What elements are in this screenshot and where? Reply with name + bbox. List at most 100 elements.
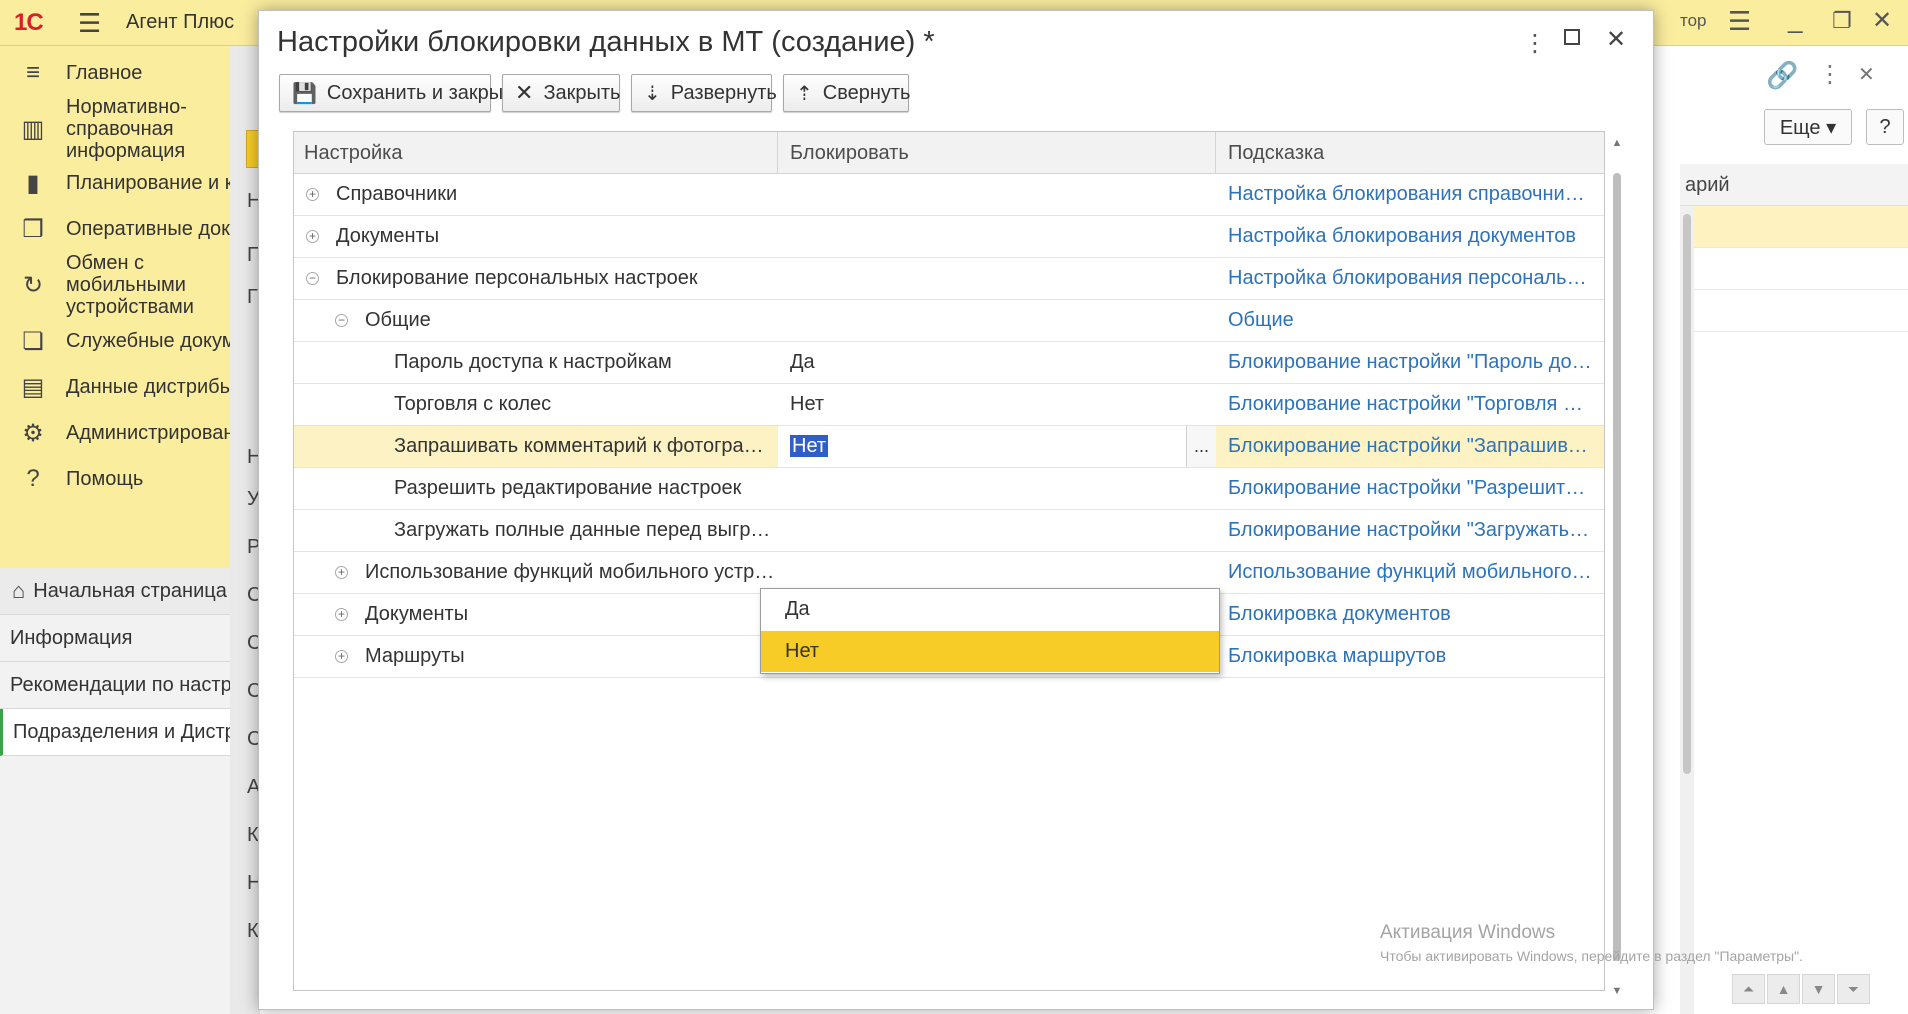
hint-link[interactable]: Настройка блокирования документов <box>1216 216 1604 257</box>
sidebar-item-distributors[interactable]: ▤ Данные дистрибьюторов <box>0 364 230 410</box>
filter-icon[interactable]: ☰ <box>1728 6 1751 37</box>
setting-name: Пароль доступа к настройкам <box>394 351 672 373</box>
hint-link[interactable]: Блокирование настройки "Разрешить редакт… <box>1216 468 1604 509</box>
select-button[interactable]: ... <box>1186 426 1216 467</box>
save-and-close-button[interactable]: 💾 Сохранить и закрыть <box>279 74 523 112</box>
block-value[interactable] <box>778 174 1216 215</box>
block-value-input[interactable]: Нет <box>790 435 829 457</box>
watermark-title: Активация Windows <box>1380 922 1556 943</box>
open-tab-divisions[interactable]: Подразделения и Дистрибьюторы <box>0 709 230 756</box>
sidebar-item-service[interactable]: ❏ Служебные документы <box>0 318 230 364</box>
scroll-up-icon[interactable]: ▲ <box>1611 137 1623 149</box>
more-vertical-icon[interactable]: ⋮ <box>1523 29 1547 58</box>
sidebar-item-admin[interactable]: ⚙ Администрирование <box>0 410 230 456</box>
last-page-icon[interactable]: ⏷ <box>1837 974 1870 1004</box>
block-value[interactable]: Нет <box>778 384 1216 425</box>
close-button[interactable]: ✕ Закрыть <box>502 74 620 112</box>
table-row[interactable] <box>1680 206 1908 248</box>
dropdown-option-yes[interactable]: Да <box>761 589 1219 630</box>
sidebar-item-planning[interactable]: ▮ Планирование и контроль <box>0 160 230 206</box>
close-icon[interactable]: ✕ <box>1858 62 1875 87</box>
user-name-fragment: тор <box>1680 11 1707 30</box>
table-row[interactable] <box>1680 290 1908 332</box>
minimize-icon[interactable]: _ <box>1788 4 1802 35</box>
collapse-button[interactable]: ⇡ Свернуть <box>783 74 911 112</box>
hint-link[interactable]: Использование функций мобильного устройс… <box>1216 552 1604 593</box>
block-value[interactable] <box>778 552 1216 593</box>
block-value[interactable] <box>778 216 1216 257</box>
collapse-label: Свернуть <box>822 81 911 104</box>
block-value[interactable] <box>778 510 1216 551</box>
dropdown-option-no[interactable]: Нет <box>761 631 1219 672</box>
data-icon: ▤ <box>21 373 45 401</box>
scrollbar-thumb[interactable] <box>1683 214 1691 774</box>
block-value-editor[interactable]: Нет <box>778 426 1186 467</box>
dialog-title: Настройки блокировки данных в МТ (создан… <box>277 26 935 58</box>
expand-button[interactable]: ⇣ Развернуть <box>631 74 777 112</box>
column-header-block[interactable]: Блокировать <box>778 132 1216 174</box>
table-row[interactable]: Пароль доступа к настройкам Да Блокирова… <box>294 342 1604 384</box>
hint-link[interactable]: Настройка блокирования справочников <box>1216 174 1604 215</box>
setting-name: Блокирование персональных настроек <box>336 267 698 289</box>
scroll-down-icon[interactable]: ▼ <box>1611 985 1623 997</box>
hint-link[interactable]: Настройка блокирования персональных наст… <box>1216 258 1604 299</box>
sidebar-item-nsi[interactable]: ▥ Нормативно-справочная информация <box>0 96 230 162</box>
scrollbar[interactable] <box>1680 206 1694 1014</box>
scrollbar-thumb[interactable] <box>1613 173 1621 961</box>
watermark-subtitle: Чтобы активировать Windows, перейдите в … <box>1380 948 1803 964</box>
hint-link[interactable]: Блокирование настройки "Запрашивать комм… <box>1216 426 1604 467</box>
open-tab-home[interactable]: ⌂ Начальная страница <box>0 568 230 615</box>
open-tab-recommendations[interactable]: Рекомендации по настройке <box>0 662 230 709</box>
column-header-hint[interactable]: Подсказка <box>1216 132 1604 174</box>
doc-icon: ❏ <box>22 327 44 355</box>
table-row[interactable]: + Документы Настройка блокирования докум… <box>294 216 1604 258</box>
hint-link[interactable]: Блокирование настройки "Торговля с колес… <box>1216 384 1604 425</box>
block-value[interactable]: Да <box>778 342 1216 383</box>
hamburger-menu-icon[interactable]: ☰ <box>78 8 101 39</box>
prev-page-icon[interactable]: ▲ <box>1767 974 1800 1004</box>
hint-link[interactable]: Блокирование настройки "Пароль доступа к… <box>1216 342 1604 383</box>
hint-link[interactable]: Блокировка документов <box>1216 594 1604 635</box>
block-value[interactable] <box>778 258 1216 299</box>
sidebar-item-main[interactable]: ≡ Главное <box>0 50 230 96</box>
sidebar: ≡ Главное ▥ Нормативно-справочная информ… <box>0 46 230 568</box>
table-row-selected[interactable]: Запрашивать комментарий к фотографии Нет… <box>294 426 1604 468</box>
sidebar-item-help[interactable]: ? Помощь <box>0 456 230 502</box>
maximize-icon[interactable] <box>1564 29 1580 45</box>
setting-name: Документы <box>336 225 440 247</box>
dialog-scrollbar[interactable]: ▲ ▼ <box>1611 137 1623 997</box>
help-button[interactable]: ? <box>1866 109 1904 145</box>
background-form-right: 🔗 ⋮ ✕ Еще ▾ ? арий ⏶ ▲ ▼ ⏷ <box>1680 46 1908 1014</box>
table-row[interactable] <box>1680 248 1908 290</box>
more-vertical-icon[interactable]: ⋮ <box>1818 60 1842 89</box>
open-tab-info[interactable]: Информация <box>0 615 230 662</box>
table-row[interactable]: Разрешить редактирование настроек Блокир… <box>294 468 1604 510</box>
open-tab-label: Подразделения и Дистрибьюторы <box>13 720 230 743</box>
close-icon[interactable]: ✕ <box>1872 6 1892 35</box>
hint-link[interactable]: Общие <box>1216 300 1604 341</box>
more-button[interactable]: Еще ▾ <box>1764 109 1852 145</box>
table-row[interactable]: + Справочники Настройка блокирования спр… <box>294 174 1604 216</box>
table-row[interactable]: − Блокирование персональных настроек Нас… <box>294 258 1604 300</box>
hint-link[interactable]: Блокировка маршрутов <box>1216 636 1604 677</box>
next-page-icon[interactable]: ▼ <box>1802 974 1835 1004</box>
settings-tree-table: Настройка Блокировать Подсказка + Справо… <box>293 131 1605 991</box>
column-header-setting[interactable]: Настройка <box>294 132 778 174</box>
first-page-icon[interactable]: ⏶ <box>1732 974 1765 1004</box>
close-label: Закрыть <box>543 81 621 104</box>
chart-icon: ▮ <box>26 169 40 197</box>
sidebar-item-label: Служебные документы <box>66 330 230 352</box>
table-row[interactable]: Загружать полные данные перед выгрузкой … <box>294 510 1604 552</box>
link-icon[interactable]: 🔗 <box>1766 60 1798 91</box>
background-form-left: Н П Г Н У Р С С С С А К Н К <box>230 46 261 1014</box>
close-icon[interactable]: ✕ <box>1606 25 1626 54</box>
restore-icon[interactable]: ❐ <box>1832 8 1852 34</box>
block-value[interactable] <box>778 468 1216 509</box>
hint-link[interactable]: Блокирование настройки "Загружать полные… <box>1216 510 1604 551</box>
block-value[interactable] <box>778 300 1216 341</box>
table-row[interactable]: − Общие Общие <box>294 300 1604 342</box>
table-row[interactable]: Торговля с колес Нет Блокирование настро… <box>294 384 1604 426</box>
sidebar-item-operative[interactable]: ❒ Оперативные документы <box>0 206 230 252</box>
sidebar-item-exchange[interactable]: ↻ Обмен с мобильными устройствами <box>0 252 230 318</box>
docs-icon: ❒ <box>22 215 44 243</box>
